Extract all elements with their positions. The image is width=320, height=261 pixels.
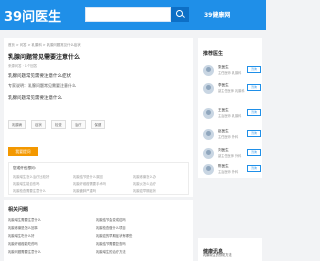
page-title: 乳腺问题常见需要注意什么 (8, 54, 81, 61)
tag[interactable]: 检查 (50, 120, 66, 129)
top-header: 39问医生 39健康网 (0, 0, 266, 30)
recommend-box: 您或许也想问： 乳腺增生怎么治疗比较好 乳腺结节是什么原因 乳腺疼痛怎么办 乳腺… (8, 162, 189, 195)
info-sidebar: 健康讯息 (198, 238, 262, 261)
related-link[interactable]: 乳腺增生需要注意什么 (8, 217, 41, 222)
consult-button[interactable]: 咨询 (247, 149, 261, 156)
related-title: 相关问题 (8, 207, 29, 213)
doctor-card[interactable]: 刘医生 副主任医师 外科 咨询 (203, 148, 261, 164)
avatar (203, 108, 214, 119)
tag[interactable]: 乳腺病 (8, 120, 27, 129)
recommend-link[interactable]: 乳腺增生怎么治疗比较好 (13, 174, 49, 179)
recommend-link[interactable]: 乳腺结节是什么原因 (73, 174, 103, 179)
doctor-title: 主任医师 乳腺科 (218, 71, 242, 75)
search-input[interactable] (85, 7, 171, 22)
question-text: 乳腺问题常见需要注意什么症状 (8, 74, 71, 79)
related-questions: 相关问题 乳腺增生需要注意什么 乳腺结节会变成癌吗 乳腺疼痛是怎么回事 乳腺检查… (4, 200, 193, 261)
tag[interactable]: 治疗 (70, 120, 86, 129)
recommend-link[interactable]: 乳腺检查需要注意什么 (13, 188, 46, 193)
consult-button[interactable]: 咨询 (247, 84, 261, 91)
doctor-card[interactable]: 王医生 主治医师 乳腺科 咨询 (203, 108, 261, 124)
related-link[interactable]: 乳腺癌的早期症状有哪些 (96, 233, 132, 238)
recommend-link[interactable]: 乳腺增生能自愈吗 (13, 181, 39, 186)
doctor-title: 主治医师 乳腺科 (218, 114, 242, 118)
question-meta: 来源问答 · 1个回答 (8, 64, 38, 68)
consult-button[interactable]: 咨询 (247, 130, 261, 137)
recommend-link[interactable]: 乳腺囊肿严重吗 (73, 188, 96, 193)
avatar (203, 65, 214, 76)
doctor-card[interactable]: 李医生 副主任医师 乳腺科 咨询 (203, 83, 261, 99)
consult-button[interactable]: 咨询 (247, 66, 261, 73)
related-link[interactable]: 乳腺增生的治疗方法 (96, 249, 126, 254)
doctor-title: 副主任医师 乳腺科 (218, 89, 245, 93)
info-link[interactable]: 乳腺增生的预防方法 (203, 252, 232, 257)
recommend-link[interactable]: 乳腺疼痛怎么办 (133, 174, 156, 179)
site-logo[interactable]: 39问医生 (4, 6, 61, 25)
sidebar-title: 推荐医生 (203, 51, 224, 57)
breadcrumb[interactable]: 首页 > 问答 > 乳腺科 > 乳腺问题常见什么症状 (8, 42, 81, 47)
related-link[interactable]: 乳腺检查做什么项目 (96, 225, 126, 230)
avatar (203, 164, 214, 175)
doctor-title: 主治医师 外科 (218, 170, 239, 174)
related-link[interactable]: 乳腺结节会变成癌吗 (96, 217, 126, 222)
doctor-card[interactable]: 陈医生 主治医师 外科 咨询 (203, 164, 261, 180)
related-link[interactable]: 乳腺问题需要注意什么 (8, 249, 41, 254)
related-link[interactable]: 乳腺纤维瘤能吃药吗 (8, 241, 38, 246)
recommend-title: 您或许也想问： (13, 166, 39, 170)
doctor-card[interactable]: 张医生 主任医师 乳腺科 咨询 (203, 65, 261, 81)
doctor-title: 副主任医师 外科 (218, 154, 242, 158)
question-text-2: 乳腺问题常见需要注意什么 (8, 96, 62, 101)
recommend-link[interactable]: 乳腺炎怎么治疗 (133, 181, 156, 186)
doctor-title: 主任医师 外科 (218, 135, 239, 139)
question-panel: 首页 > 问答 > 乳腺科 > 乳腺问题常见什么症状 乳腺问题常见需要注意什么 … (4, 38, 193, 197)
tag[interactable]: 症状 (31, 120, 46, 129)
tag-list: 乳腺病 症状 检查 治疗 保健 (8, 120, 110, 129)
tag[interactable]: 保健 (90, 120, 106, 129)
related-link[interactable]: 乳腺增生吃什么好 (8, 233, 34, 238)
recommend-link[interactable]: 乳腺癌早期症状 (133, 188, 156, 193)
search-icon (176, 10, 183, 17)
answer-text: 专家说明：乳腺问题常见需要注意什么 (8, 83, 76, 88)
avatar (203, 129, 214, 140)
consult-button[interactable]: 咨询 (247, 109, 261, 116)
avatar (203, 148, 214, 159)
avatar (203, 83, 214, 94)
header-link[interactable]: 39健康网 (204, 10, 230, 19)
doctor-card[interactable]: 赵医生 主任医师 外科 咨询 (203, 129, 261, 145)
doctor-sidebar: 推荐医生 张医生 主任医师 乳腺科 咨询 李医生 副主任医师 乳腺科 咨询 王医… (198, 38, 262, 178)
related-link[interactable]: 乳腺疼痛是怎么回事 (8, 225, 38, 230)
recommend-link[interactable]: 乳腺纤维瘤需要手术吗 (73, 181, 106, 186)
ask-question-button[interactable]: 我要提问 (8, 147, 38, 156)
consult-button[interactable]: 咨询 (247, 165, 261, 172)
related-link[interactable]: 乳腺结节需要复查吗 (96, 241, 126, 246)
search-button[interactable] (171, 7, 189, 22)
